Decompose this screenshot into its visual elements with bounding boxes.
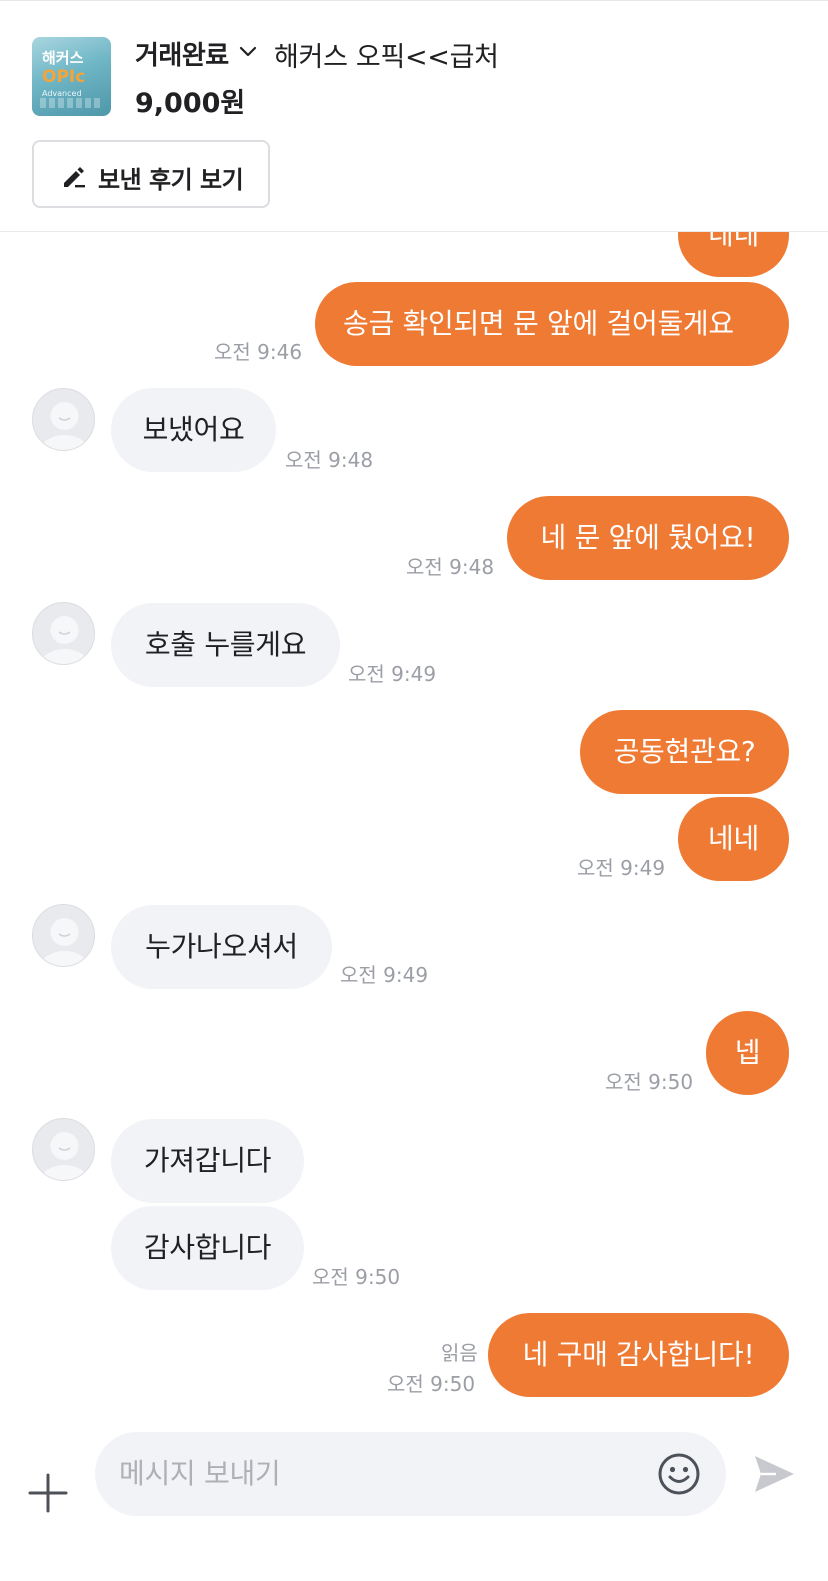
read-receipt: 읽음	[441, 1341, 478, 1365]
default-profile-icon	[40, 616, 89, 664]
avatar[interactable]	[32, 904, 95, 967]
message-input[interactable]: 메시지 보내기	[95, 1432, 726, 1516]
paper-plane-icon[interactable]	[752, 1452, 796, 1496]
avatar[interactable]	[32, 1118, 95, 1181]
my-message-bubble[interactable]: 네 구매 감사합니다!	[488, 1313, 789, 1397]
message-timestamp: 오전 9:50	[312, 1265, 401, 1289]
product-thumbnail[interactable]: 해커스 OPIc Advanced	[32, 37, 111, 116]
their-message-bubble[interactable]: 보냈어요	[111, 388, 276, 472]
trade-status[interactable]: 거래완료	[135, 35, 229, 72]
pencil-icon	[64, 167, 85, 188]
thumbnail-line3: Advanced	[42, 89, 82, 98]
view-sent-review-button[interactable]: 보낸 후기 보기	[32, 140, 270, 208]
my-message-bubble[interactable]: 공동현관요?	[580, 710, 789, 794]
thumbnail-line1: 해커스	[42, 49, 84, 67]
message-timestamp: 오전 9:48	[406, 555, 495, 579]
view-sent-review-label: 보낸 후기 보기	[98, 166, 244, 194]
my-message-bubble[interactable]: 네네	[678, 797, 789, 881]
message-timestamp: 오전 9:48	[285, 448, 374, 472]
smiley-icon[interactable]	[657, 1452, 701, 1496]
product-title[interactable]: 해커스 오픽<<급처	[274, 35, 499, 74]
default-profile-icon	[40, 402, 89, 450]
message-composer: 메시지 보내기	[0, 1418, 828, 1581]
thumbnail-decoration	[40, 98, 103, 108]
product-price: 9,000원	[135, 88, 246, 119]
thumbnail-line2: OPIc	[42, 67, 86, 87]
my-message-bubble[interactable]: 네네	[678, 232, 789, 277]
their-message-bubble[interactable]: 감사합니다	[111, 1206, 304, 1290]
chevron-down-icon[interactable]	[239, 45, 257, 59]
default-profile-icon	[40, 1132, 89, 1180]
their-message-bubble[interactable]: 가져갑니다	[111, 1119, 304, 1203]
avatar[interactable]	[32, 602, 95, 665]
message-timestamp: 오전 9:49	[348, 662, 437, 686]
my-message-bubble[interactable]: 송금 확인되면 문 앞에 걸어둘게요	[315, 282, 789, 366]
message-timestamp: 오전 9:49	[577, 856, 666, 880]
chat-area[interactable]: 네네 송금 확인되면 문 앞에 걸어둘게요 오전 9:46 보냈어요 오전 9:…	[0, 232, 828, 1418]
message-timestamp: 오전 9:49	[340, 963, 429, 987]
plus-icon[interactable]	[28, 1473, 68, 1513]
message-timestamp: 오전 9:46	[214, 340, 303, 364]
their-message-bubble[interactable]: 호출 누를게요	[111, 603, 340, 687]
default-profile-icon	[40, 918, 89, 966]
their-message-bubble[interactable]: 누가나오셔서	[111, 905, 332, 989]
avatar[interactable]	[32, 388, 95, 451]
product-header: 해커스 OPIc Advanced 거래완료 해커스 오픽<<급처 9,000원…	[0, 1, 828, 232]
message-timestamp: 오전 9:50	[605, 1070, 694, 1094]
my-message-bubble[interactable]: 네 문 앞에 뒀어요!	[507, 496, 789, 580]
message-timestamp: 오전 9:50	[387, 1372, 476, 1396]
my-message-bubble[interactable]: 넵	[706, 1011, 789, 1095]
message-input-placeholder: 메시지 보내기	[119, 1457, 281, 1490]
